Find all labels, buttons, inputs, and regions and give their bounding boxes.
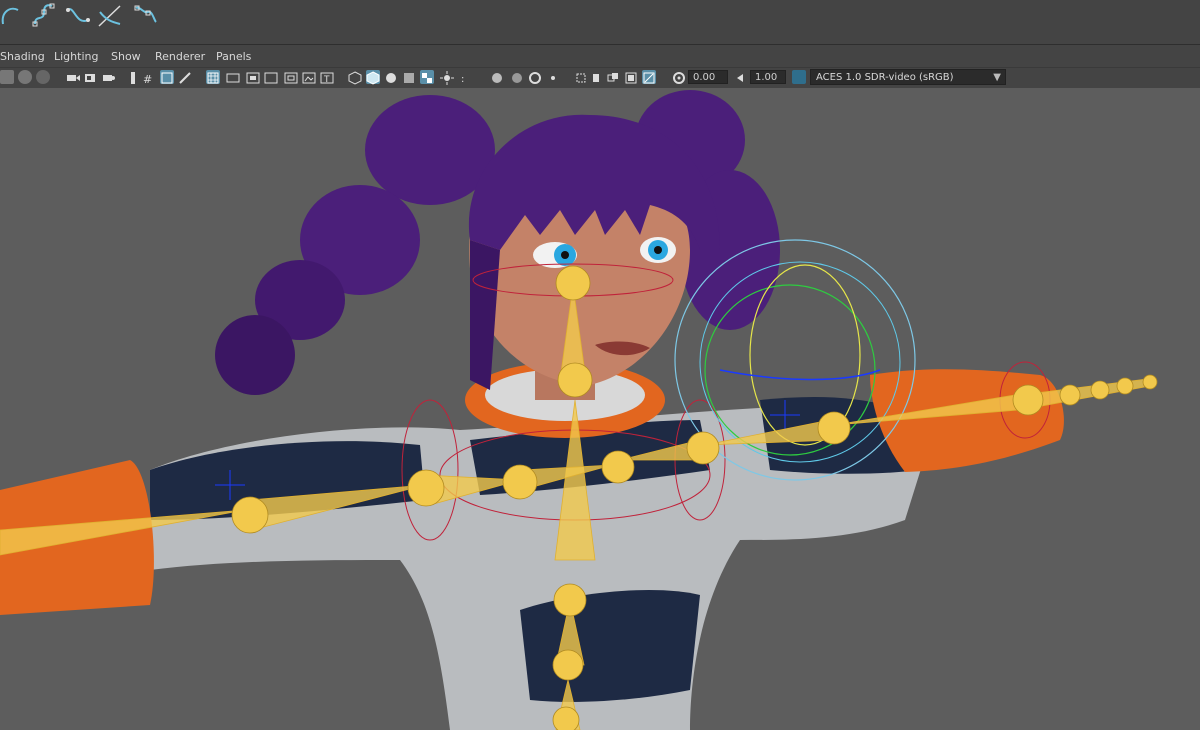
xray-joints-icon[interactable] — [624, 70, 638, 84]
joint-spine — [552, 649, 584, 681]
menu-show[interactable]: Show — [111, 50, 141, 63]
svg-text:#: # — [143, 73, 152, 85]
panel-toolbar: # T : 0.00 1.00 ACES 1.0 SDR-video (sRGB… — [0, 67, 1200, 89]
safe-title-icon[interactable] — [264, 70, 278, 84]
shadows-icon[interactable]: : — [458, 70, 472, 85]
joint-finger-3 — [1116, 377, 1134, 395]
joint-right-elbow — [817, 411, 851, 445]
menu-renderer[interactable]: Renderer — [155, 50, 205, 63]
joint-right-wrist — [1012, 384, 1044, 416]
xray-icon[interactable] — [590, 70, 604, 84]
right-pupil — [654, 246, 662, 254]
chevron-down-icon: ▼ — [993, 72, 1001, 83]
joint-left-wrist — [231, 496, 269, 534]
viewport-3d[interactable] — [0, 88, 1200, 730]
pencil-curve-icon[interactable] — [132, 2, 160, 30]
shelf — [0, 0, 1200, 45]
color-management-icon[interactable] — [792, 70, 806, 84]
view-transform-value: ACES 1.0 SDR-video (sRGB) — [816, 72, 954, 83]
exposure-icon[interactable] — [672, 70, 686, 84]
view-transform-dropdown[interactable]: ACES 1.0 SDR-video (sRGB) ▼ — [810, 69, 1006, 85]
menu-panels[interactable]: Panels — [216, 50, 251, 63]
joint-finger-4 — [1142, 374, 1158, 390]
joint-left-elbow — [407, 469, 445, 507]
suit-navy-belly — [520, 590, 700, 702]
bezier-curve-icon[interactable] — [96, 2, 124, 30]
joint-left-clavicle — [601, 450, 635, 484]
default-material-icon[interactable] — [384, 70, 398, 84]
svg-text::: : — [461, 74, 464, 85]
anti-aliasing-icon[interactable] — [528, 70, 542, 84]
left-pupil — [561, 251, 569, 259]
joint-finger-2 — [1090, 380, 1110, 400]
motion-blur-icon[interactable] — [510, 70, 524, 84]
isolate-select-icon[interactable] — [574, 70, 588, 84]
lasso-curve-icon[interactable] — [0, 2, 28, 30]
joint-spine-low — [552, 706, 580, 730]
bookmarks-icon[interactable] — [66, 70, 80, 84]
joint-left-shoulder — [502, 464, 538, 500]
textured-icon[interactable] — [402, 70, 416, 84]
gate-mask-icon[interactable] — [284, 70, 298, 84]
camera-attributes-icon[interactable] — [36, 70, 50, 84]
menu-shading[interactable]: Shading — [0, 50, 45, 63]
cv-curve-icon[interactable] — [30, 2, 58, 30]
image-display-icon[interactable] — [302, 70, 316, 84]
depth-of-field-icon[interactable] — [546, 70, 560, 84]
safe-action-icon[interactable] — [226, 70, 240, 84]
wireframe-icon[interactable] — [348, 70, 362, 85]
joint-finger-1 — [1059, 384, 1081, 406]
image-plane-icon[interactable] — [84, 70, 98, 84]
menu-lighting[interactable]: Lighting — [54, 50, 98, 63]
grid-icon[interactable] — [206, 70, 220, 84]
grid-snap-icon[interactable]: # — [142, 70, 156, 86]
xray-active-components-icon[interactable] — [606, 70, 620, 84]
grease-pencil-icon[interactable] — [126, 70, 140, 84]
screen-space-ao-icon[interactable] — [490, 70, 504, 84]
text-display-icon[interactable]: T — [320, 70, 334, 85]
select-camera-icon[interactable] — [0, 70, 14, 84]
joint-head — [555, 265, 591, 301]
panel-menu-bar: Shading Lighting Show Renderer Panels — [0, 45, 1200, 67]
field-chart-icon[interactable] — [246, 70, 260, 84]
lock-camera-icon[interactable] — [18, 70, 32, 84]
smooth-shade-icon[interactable] — [366, 70, 380, 85]
checker-textured-icon[interactable] — [420, 70, 434, 84]
ep-curve-icon[interactable] — [64, 2, 92, 30]
svg-text:T: T — [323, 75, 330, 85]
joint-neck — [557, 362, 593, 398]
gamma-field[interactable]: 1.00 — [750, 70, 786, 84]
backface-culling-icon[interactable] — [642, 70, 656, 84]
rotate-manipulator-z — [719, 369, 881, 381]
hair-tail-3 — [215, 315, 295, 395]
2d-pan-zoom-icon[interactable] — [102, 70, 116, 84]
gamma-icon[interactable] — [734, 70, 748, 84]
joint-chest — [553, 583, 587, 617]
resolution-gate-icon[interactable] — [178, 70, 192, 84]
joint-right-shoulder — [686, 431, 720, 465]
exposure-field[interactable]: 0.00 — [688, 70, 728, 84]
use-all-lights-icon[interactable] — [440, 70, 454, 85]
film-gate-icon[interactable] — [160, 70, 174, 84]
